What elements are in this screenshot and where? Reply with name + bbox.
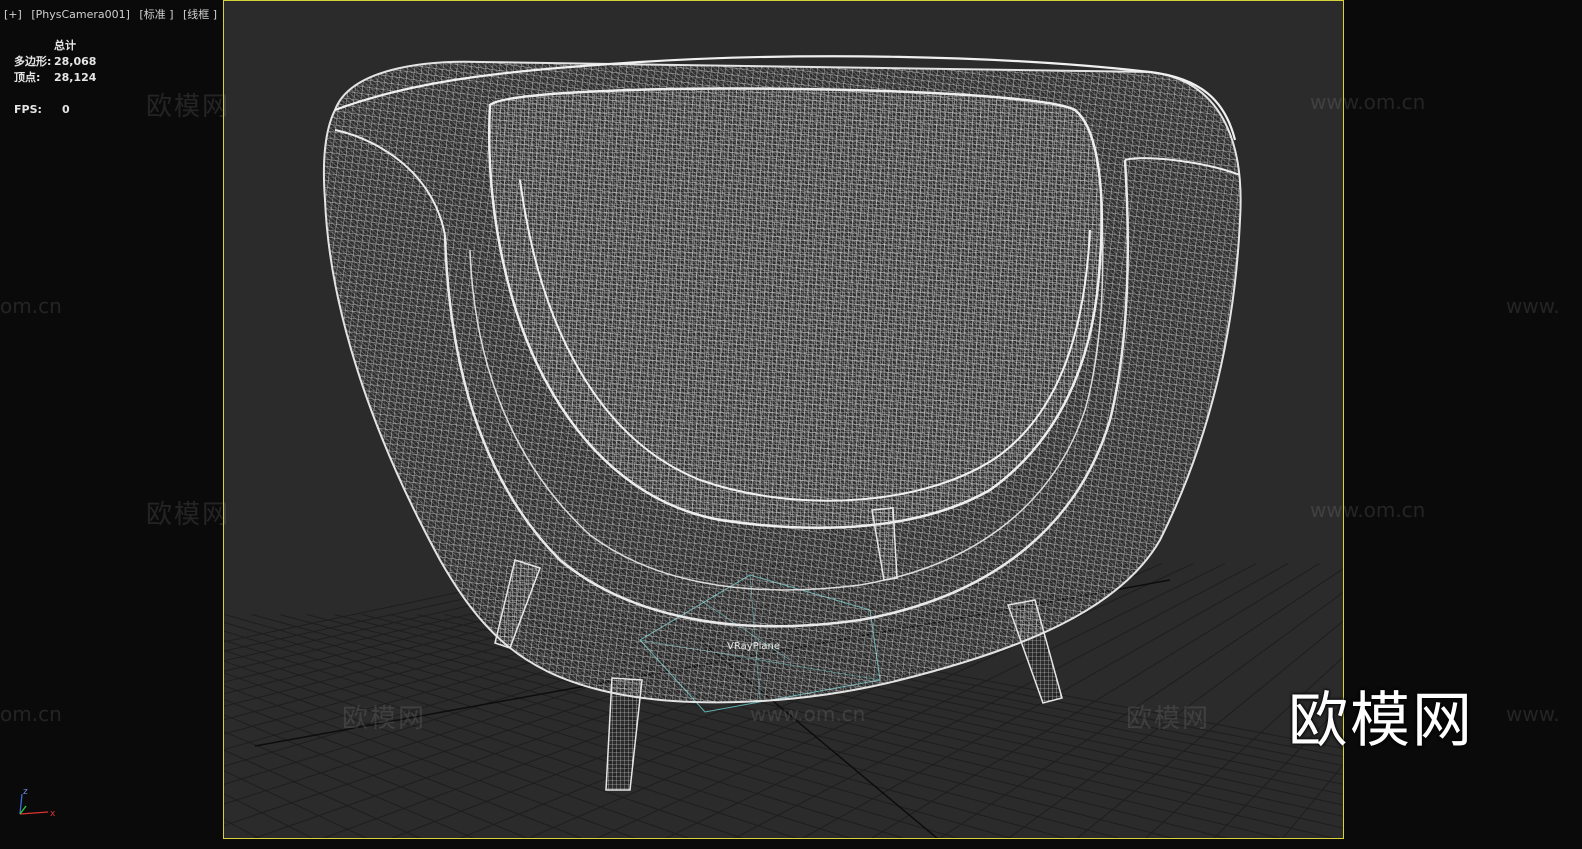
stats-fps: FPS: 0	[14, 102, 96, 118]
axis-gizmo-icon: x z	[19, 787, 56, 819]
gizmo-z-label: z	[23, 787, 28, 797]
polygons-label: 多边形:	[14, 55, 52, 68]
statistics-panel: 总计 多边形: 28,068 顶点: 28,124 FPS: 0	[14, 38, 96, 118]
stats-vertices: 顶点: 28,124	[14, 70, 96, 86]
stats-header: 总计	[54, 39, 76, 52]
shading-menu-button[interactable]: [标准 ]	[139, 8, 173, 21]
vertices-value: 28,124	[54, 71, 97, 84]
viewport-menu-button[interactable]: [+]	[4, 8, 22, 21]
viewport-label: [+] [PhysCamera001] [标准 ] [线框 ]	[4, 6, 223, 22]
fps-label: FPS:	[14, 103, 42, 116]
gizmo-x-label: x	[50, 809, 56, 819]
display-mode-button[interactable]: [线框 ]	[183, 8, 217, 21]
camera-menu-button[interactable]: [PhysCamera001]	[31, 8, 130, 21]
viewport[interactable]: [+] [PhysCamera001] [标准 ] [线框 ] 总计 多边形: …	[0, 0, 1582, 849]
fps-value: 0	[62, 103, 70, 116]
stats-polygons: 多边形: 28,068	[14, 54, 96, 70]
brand-logo: 欧模网	[1288, 686, 1474, 756]
polygons-value: 28,068	[54, 55, 97, 68]
vertices-label: 顶点:	[14, 71, 41, 84]
vray-plane-label: VRayPlane	[727, 641, 781, 652]
